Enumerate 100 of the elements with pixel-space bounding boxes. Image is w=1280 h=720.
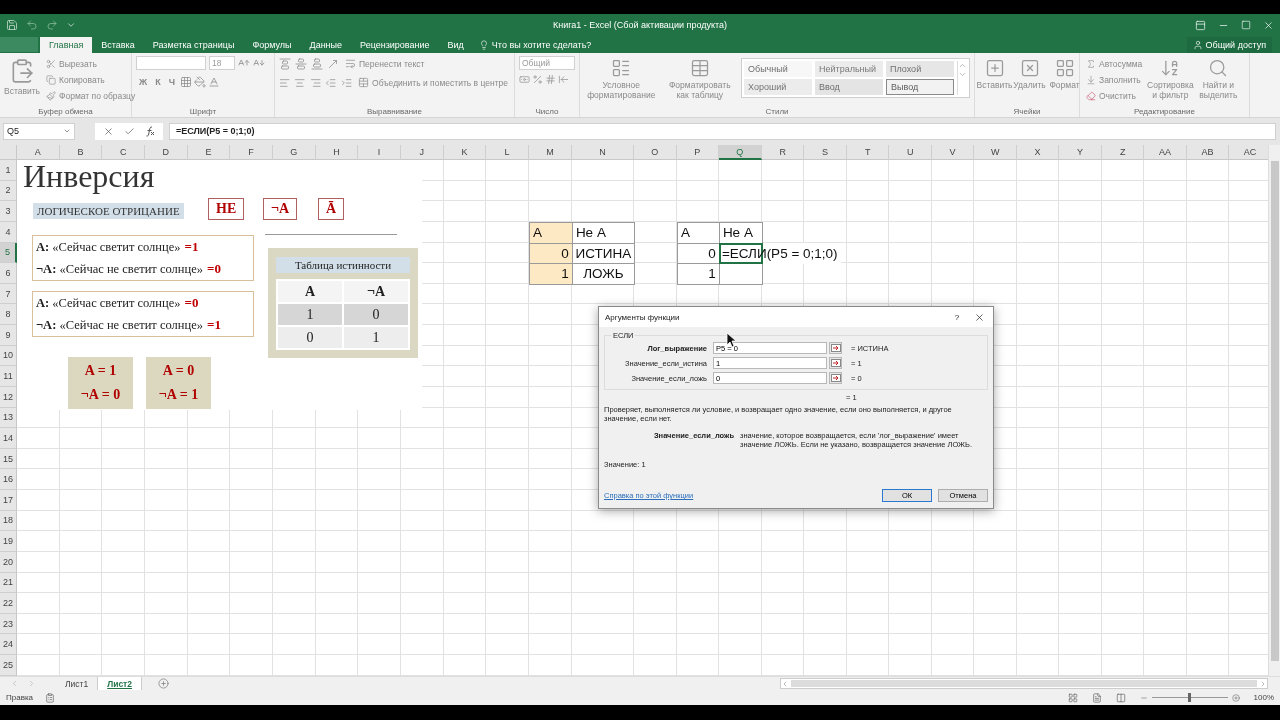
row-header[interactable]: 18: [0, 510, 17, 532]
column-header[interactable]: G: [272, 145, 316, 160]
row-header[interactable]: 22: [0, 593, 17, 614]
cancel-icon[interactable]: [103, 125, 114, 137]
row-header[interactable]: 7: [0, 283, 17, 305]
table-cell[interactable]: 1: [676, 263, 720, 285]
row-header[interactable]: 3: [0, 201, 17, 222]
ribbon-tab[interactable]: Формулы: [243, 37, 301, 53]
column-header[interactable]: N: [571, 145, 634, 160]
column-header[interactable]: J: [400, 145, 444, 160]
column-header[interactable]: Y: [1059, 145, 1102, 160]
help-button[interactable]: ?: [948, 310, 966, 324]
ribbon-tab[interactable]: Вид: [438, 37, 473, 53]
column-header[interactable]: A: [17, 145, 60, 160]
ribbon-tab[interactable]: Главная: [40, 37, 93, 53]
page-break-icon[interactable]: [1115, 692, 1126, 703]
decimal-increase-icon[interactable]: [558, 74, 569, 85]
row-header[interactable]: 5: [0, 242, 17, 264]
column-header[interactable]: L: [486, 145, 529, 160]
column-header[interactable]: U: [889, 145, 932, 160]
undo-icon[interactable]: [26, 19, 38, 31]
range-select-button[interactable]: [829, 342, 842, 354]
row-header[interactable]: 16: [0, 469, 17, 490]
row-header[interactable]: 8: [0, 304, 17, 325]
align-bottom-icon[interactable]: [311, 57, 323, 70]
column-header[interactable]: AB: [1186, 145, 1230, 160]
column-header[interactable]: Q: [718, 145, 762, 160]
align-top-icon[interactable]: [279, 57, 291, 70]
font-name-field[interactable]: [136, 56, 206, 70]
column-header[interactable]: R: [761, 145, 805, 160]
tell-me-field[interactable]: Что вы хотите сделать?: [491, 40, 612, 50]
row-header[interactable]: 15: [0, 448, 17, 470]
row-header[interactable]: 12: [0, 386, 17, 408]
column-header[interactable]: V: [931, 145, 975, 160]
column-header[interactable]: I: [358, 145, 401, 160]
row-header[interactable]: 13: [0, 407, 17, 429]
row-header[interactable]: 9: [0, 325, 17, 346]
zoom-in-icon[interactable]: [1231, 693, 1240, 702]
save-icon[interactable]: [6, 19, 18, 31]
align-center-icon[interactable]: [294, 76, 306, 89]
cell-style[interactable]: Плохой: [886, 61, 954, 77]
align-middle-icon[interactable]: [295, 57, 307, 70]
function-icon[interactable]: [145, 125, 155, 137]
horizontal-scrollbar[interactable]: [780, 678, 1268, 689]
row-header[interactable]: 25: [0, 655, 17, 676]
ribbon-tab[interactable]: Разметка страницы: [143, 37, 244, 53]
row-header[interactable]: 11: [0, 366, 17, 387]
font-color-icon[interactable]: [207, 75, 220, 88]
page-layout-icon[interactable]: [1091, 692, 1102, 703]
normal-view-icon[interactable]: [1067, 692, 1078, 703]
select-all-button[interactable]: [0, 145, 17, 160]
indent-decrease-icon[interactable]: [325, 76, 337, 89]
column-header[interactable]: Z: [1101, 145, 1145, 160]
ribbon-tab[interactable]: Вставка: [92, 37, 144, 53]
column-header[interactable]: O: [633, 145, 677, 160]
align-right-icon[interactable]: [309, 76, 322, 89]
column-header[interactable]: K: [443, 145, 487, 160]
column-header[interactable]: P: [676, 145, 719, 160]
cell-style[interactable]: Ввод: [815, 79, 883, 95]
column-header[interactable]: W: [974, 145, 1017, 160]
gallery-down-icon[interactable]: [958, 70, 967, 79]
column-header[interactable]: F: [230, 145, 273, 160]
maximize-icon[interactable]: [1241, 20, 1251, 30]
enter-icon[interactable]: [124, 125, 135, 137]
row-header[interactable]: 17: [0, 490, 17, 511]
decrease-font-icon[interactable]: [253, 57, 265, 69]
column-header[interactable]: T: [846, 145, 890, 160]
column-header[interactable]: C: [102, 145, 145, 160]
table-cell[interactable]: 1: [528, 263, 573, 285]
table-cell[interactable]: ЛОЖЬ: [571, 263, 635, 285]
currency-icon[interactable]: [519, 74, 530, 85]
borders-icon[interactable]: [179, 75, 192, 88]
indent-increase-icon[interactable]: [340, 76, 353, 89]
fill-color-icon[interactable]: [193, 75, 206, 88]
column-header[interactable]: H: [315, 145, 359, 160]
macro-record-icon[interactable]: [45, 692, 56, 703]
thousands-icon[interactable]: [545, 74, 556, 85]
column-header[interactable]: B: [59, 145, 103, 160]
previous-sheet-icon[interactable]: [10, 679, 19, 688]
column-header[interactable]: AA: [1144, 145, 1187, 160]
row-header[interactable]: 19: [0, 531, 17, 552]
orientation-icon[interactable]: [327, 57, 339, 70]
row-header[interactable]: 10: [0, 345, 17, 367]
column-header[interactable]: X: [1016, 145, 1060, 160]
ribbon-tab[interactable]: Данные: [300, 37, 352, 53]
row-header[interactable]: 21: [0, 572, 17, 594]
ribbon-tab[interactable]: Рецензирование: [351, 37, 439, 53]
column-header[interactable]: M: [528, 145, 572, 160]
row-header[interactable]: 14: [0, 428, 17, 449]
range-select-button[interactable]: [829, 372, 842, 384]
cell-style[interactable]: Обычный: [744, 61, 812, 77]
column-header[interactable]: S: [804, 145, 847, 160]
formula-field[interactable]: =ЕСЛИ(P5 = 0;1;0): [169, 122, 1276, 140]
vertical-scrollbar[interactable]: [1268, 145, 1280, 676]
sheet-tab[interactable]: Лист2: [98, 677, 142, 690]
cell-style[interactable]: Хороший: [744, 79, 812, 95]
column-header[interactable]: E: [187, 145, 231, 160]
redo-icon[interactable]: [46, 19, 58, 31]
range-select-button[interactable]: [829, 357, 842, 369]
add-sheet-icon[interactable]: [158, 678, 169, 689]
